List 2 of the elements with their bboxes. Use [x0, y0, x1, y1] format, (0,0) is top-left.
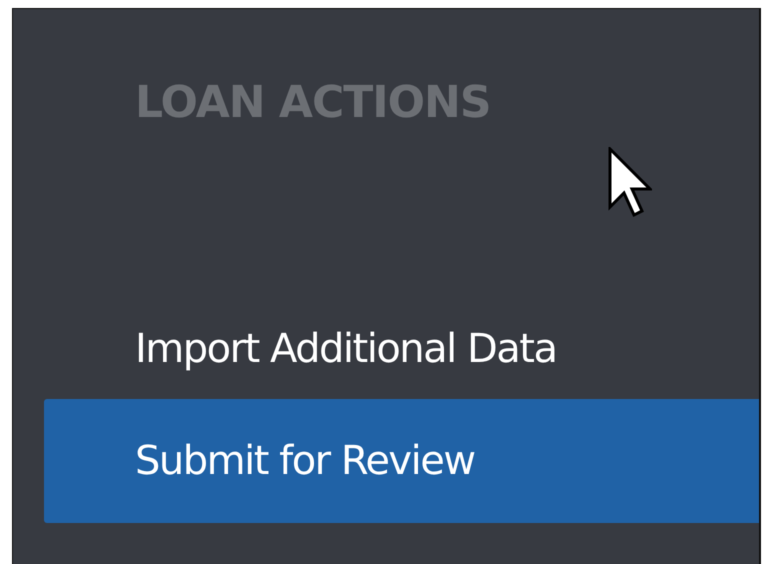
menu-item[interactable]: Import Additional Data [44, 299, 759, 399]
menu-item[interactable]: Submit for Review [44, 399, 759, 523]
